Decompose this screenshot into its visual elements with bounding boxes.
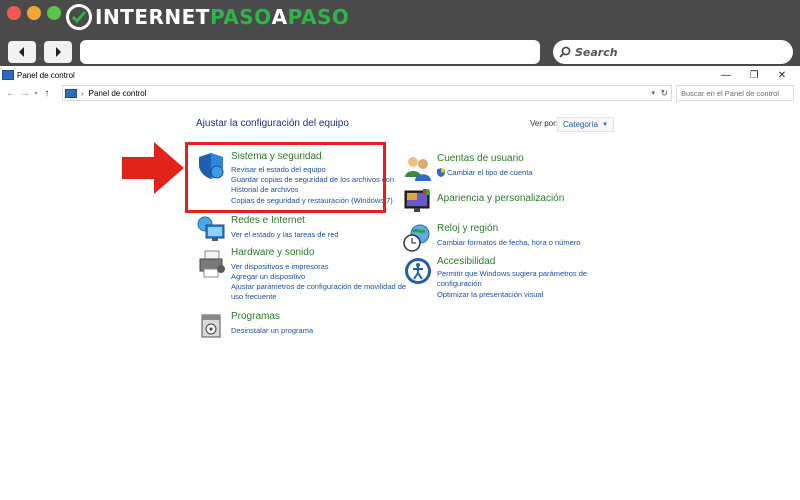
category-link[interactable]: Desinstalar un programa <box>231 326 313 335</box>
category-link[interactable]: Ver el estado y las tareas de red <box>231 230 339 239</box>
network-globe-icon <box>197 216 225 241</box>
users-icon <box>405 157 431 181</box>
search-icon <box>559 46 571 58</box>
window-titlebar: Panel de control — ❐ ✕ <box>0 66 800 84</box>
minimize-button[interactable]: — <box>712 66 740 84</box>
nav-forward-icon[interactable]: → <box>18 85 32 101</box>
logo-text-paso: PASO <box>209 5 272 29</box>
address-dropdown-icon[interactable]: ▾ <box>651 89 655 97</box>
arrow-right-icon <box>56 47 61 57</box>
highlight-box <box>185 142 386 213</box>
arrow-left-icon <box>19 47 24 57</box>
category-title[interactable]: Programas <box>231 311 280 322</box>
maximize-button[interactable]: ❐ <box>740 66 768 84</box>
chevron-down-icon: ▼ <box>602 121 609 128</box>
category-title[interactable]: Hardware y sonido <box>231 247 314 258</box>
category-link[interactable]: Cambiar el tipo de cuenta <box>447 168 532 177</box>
clock-globe-icon <box>403 224 430 252</box>
close-window-dot[interactable] <box>7 6 21 20</box>
minimize-window-dot[interactable] <box>27 6 41 20</box>
forward-button[interactable] <box>44 41 72 63</box>
category-title[interactable]: Apariencia y personalización <box>437 193 564 204</box>
appearance-monitor-icon <box>404 189 430 212</box>
category-link[interactable]: Optimizar la presentación visual <box>437 290 543 299</box>
nav-back-icon[interactable]: ← <box>4 85 18 101</box>
uac-shield-icon <box>437 168 445 177</box>
logo-text-a: A <box>271 5 288 29</box>
control-panel-icon <box>2 70 14 80</box>
programs-box-icon <box>201 314 221 338</box>
category-link[interactable]: Cambiar formatos de fecha, hora o número <box>437 238 580 247</box>
category-title[interactable]: Cuentas de usuario <box>437 153 524 164</box>
category-link[interactable]: Ver dispositivos e impresoras <box>231 262 329 271</box>
page-title: Ajustar la configuración del equipo <box>196 118 349 129</box>
category-title[interactable]: Accesibilidad <box>437 256 495 267</box>
close-button[interactable]: ✕ <box>768 66 796 84</box>
logo-text-internet: INTERNET <box>95 5 210 29</box>
control-panel-search-input[interactable]: Buscar en el Panel de control <box>676 85 794 101</box>
category-link[interactable]: uso frecuente <box>231 292 276 301</box>
address-bar[interactable]: › Panel de control ▾ ↻ <box>62 85 672 101</box>
category-link[interactable]: Ajustar parámetros de configuración de m… <box>231 282 406 291</box>
category-link[interactable]: configuración <box>437 279 482 288</box>
category-link[interactable]: Permitir que Windows sugiera parámetros … <box>437 269 587 278</box>
category-title[interactable]: Redes e Internet <box>231 215 305 226</box>
browser-search-bar[interactable]: Search <box>553 40 793 64</box>
window-controls: — ❐ ✕ <box>712 66 796 84</box>
recent-locations-icon[interactable]: ▾ <box>32 85 40 101</box>
printer-icon <box>199 250 225 278</box>
view-by-value: Categoría <box>563 120 599 129</box>
zoom-window-dot[interactable] <box>47 6 61 20</box>
address-row: ← → ▾ ↑ › Panel de control ▾ ↻ Buscar en… <box>0 84 800 102</box>
control-panel-small-icon <box>65 88 77 98</box>
back-button[interactable] <box>8 41 36 63</box>
view-by-label: Ver por: <box>530 119 559 128</box>
browser-chrome: INTERNET PASO A PASO Search <box>0 0 800 66</box>
logo-check-icon <box>66 4 92 30</box>
category-link[interactable]: Agregar un dispositivo <box>231 272 305 281</box>
browser-search-placeholder: Search <box>575 45 618 59</box>
window-title: Panel de control <box>17 70 75 80</box>
refresh-icon[interactable]: ↻ <box>660 88 668 99</box>
nav-up-icon[interactable]: ↑ <box>40 85 54 101</box>
site-logo: INTERNET PASO A PASO <box>66 3 349 31</box>
breadcrumb-chevron-icon: › <box>81 88 84 98</box>
breadcrumb[interactable]: Panel de control <box>89 89 147 98</box>
category-title[interactable]: Reloj y región <box>437 223 498 234</box>
view-by-dropdown[interactable]: Categoría ▼ <box>557 117 615 132</box>
accessibility-icon <box>405 258 431 284</box>
logo-text-paso-2: PASO <box>287 5 350 29</box>
url-bar[interactable] <box>80 40 540 64</box>
red-arrow-icon <box>122 142 184 194</box>
